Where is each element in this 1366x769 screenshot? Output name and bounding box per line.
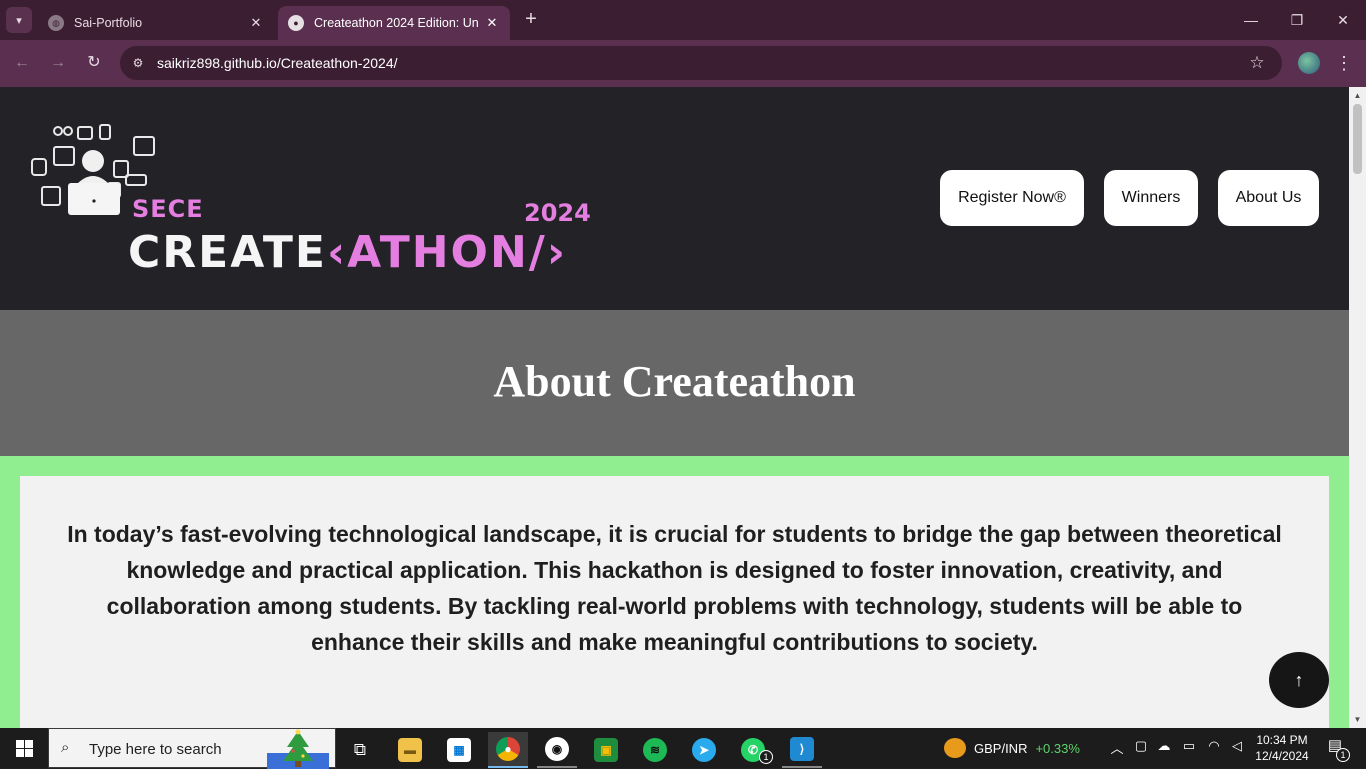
microsoft-store-icon[interactable]: ▦ [439,732,479,768]
onedrive-cloud-icon[interactable]: ☁ [1155,738,1173,754]
notification-badge: 1 [1336,748,1350,762]
page-scrollbar[interactable]: ▲ ▼ [1349,87,1366,728]
chevron-up-icon[interactable]: ︿ [1108,738,1126,757]
page-title: About Createathon [493,357,856,406]
volume-icon[interactable]: ◁ [1228,738,1246,754]
about-hero: About Createathon [0,310,1349,456]
github-icon: ● [288,15,304,31]
scroll-up-icon[interactable]: ▲ [1349,87,1366,104]
system-clock[interactable]: 10:34 PM 12/4/2024 [1250,732,1314,764]
new-tab-button[interactable]: + [520,8,542,30]
browser-toolbar: ← → ↻ ⚙ saikriz898.github.io/Createathon… [0,40,1366,87]
forward-button[interactable]: → [46,51,70,75]
tab-search-icon[interactable]: ▾ [6,7,32,33]
search-placeholder: Type here to search [89,741,222,758]
tab-sai-portfolio[interactable]: ◍ Sai-Portfolio ✕ [38,6,274,40]
close-tab-icon[interactable]: ✕ [484,15,500,31]
arrow-up-icon: ↑ [1294,669,1304,690]
kebab-menu-icon[interactable]: ⋮ [1334,51,1354,75]
windows-logo-icon [15,739,33,757]
scrollbar-thumb[interactable] [1353,104,1362,174]
whatsapp-badge: 1 [759,750,773,764]
profile-avatar[interactable] [1298,52,1320,74]
spotify-icon[interactable]: ≋ [635,732,675,768]
wifi-icon[interactable]: ◠ [1205,738,1223,754]
task-view-icon[interactable]: ⧉ [340,732,380,768]
windows-taskbar: ⌕ Type here to search ⧉ ▬ ▦ ● ◉ ▣ ≋ ➤ ✆ … [0,728,1366,769]
logo-sece-text: SECE [132,195,204,223]
google-classroom-icon[interactable]: ▣ [586,732,626,768]
ticker-pair: GBP/INR [974,740,1028,756]
github-desktop-icon[interactable]: ◉ [537,732,577,768]
back-button[interactable]: ← [10,51,34,75]
logo-main-text: CREATE‹ATHON/› [128,227,567,278]
file-explorer-icon[interactable]: ▬ [390,732,430,768]
start-button[interactable] [0,728,48,768]
tab-title: Sai-Portfolio [74,16,143,30]
notification-center-icon[interactable]: ▤ 1 [1320,736,1350,762]
coins-icon [944,738,966,758]
logo-year-text: 2024 [524,199,591,227]
close-tab-icon[interactable]: ✕ [248,15,264,31]
restore-button[interactable]: ❐ [1285,8,1309,32]
browser-tab-bar: ▾ ◍ Sai-Portfolio ✕ ● Createathon 2024 E… [0,0,1366,40]
about-card: In today’s fast-evolving technological l… [20,476,1329,728]
clock-date: 12/4/2024 [1255,749,1309,763]
bookmark-star-icon[interactable]: ☆ [1246,52,1268,74]
winners-button[interactable]: Winners [1104,170,1198,226]
ticker-change: +0.33% [1035,740,1080,756]
search-icon: ⌕ [61,739,70,756]
createathon-logo[interactable]: SECE 2024 CREATE‹ATHON/› [28,123,600,278]
chrome-icon[interactable]: ● [488,732,528,768]
clock-time: 10:34 PM [1256,733,1308,747]
site-header: SECE 2024 CREATE‹ATHON/› Register Now® W… [0,87,1349,310]
meet-icon[interactable]: ▢ [1132,738,1150,754]
logo-create-text: CREATE [128,227,327,278]
about-us-button[interactable]: About Us [1218,170,1319,226]
globe-icon: ◍ [48,15,64,31]
register-now-button[interactable]: Register Now® [940,170,1084,226]
taskbar-search[interactable]: ⌕ Type here to search [48,728,336,769]
page-viewport: SECE 2024 CREATE‹ATHON/› Register Now® W… [0,87,1349,728]
about-paragraph: In today’s fast-evolving technological l… [67,521,1282,655]
logo-athon-text: ‹ATHON/› [326,227,567,278]
telegram-icon[interactable]: ➤ [684,732,724,768]
tab-createathon[interactable]: ● Createathon 2024 Edition: Unle ✕ [278,6,510,40]
site-info-icon[interactable]: ⚙ [128,53,148,73]
reload-button[interactable]: ↻ [82,51,106,75]
christmas-tree-icon [267,729,329,769]
minimize-button[interactable]: — [1239,8,1263,32]
stock-ticker-widget[interactable]: GBP/INR +0.33% [944,736,1080,760]
scroll-down-icon[interactable]: ▼ [1349,711,1366,728]
back-to-top-button[interactable]: ↑ [1269,652,1329,708]
address-bar[interactable]: ⚙ saikriz898.github.io/Createathon-2024/… [120,46,1282,80]
whatsapp-icon[interactable]: ✆ 1 [733,732,773,768]
vscode-icon[interactable]: ⟩ [782,732,822,768]
battery-icon[interactable]: ▭ [1180,738,1198,754]
close-window-button[interactable]: ✕ [1331,8,1355,32]
tab-title: Createathon 2024 Edition: Unle [314,16,478,30]
url-text[interactable]: saikriz898.github.io/Createathon-2024/ [157,55,398,71]
